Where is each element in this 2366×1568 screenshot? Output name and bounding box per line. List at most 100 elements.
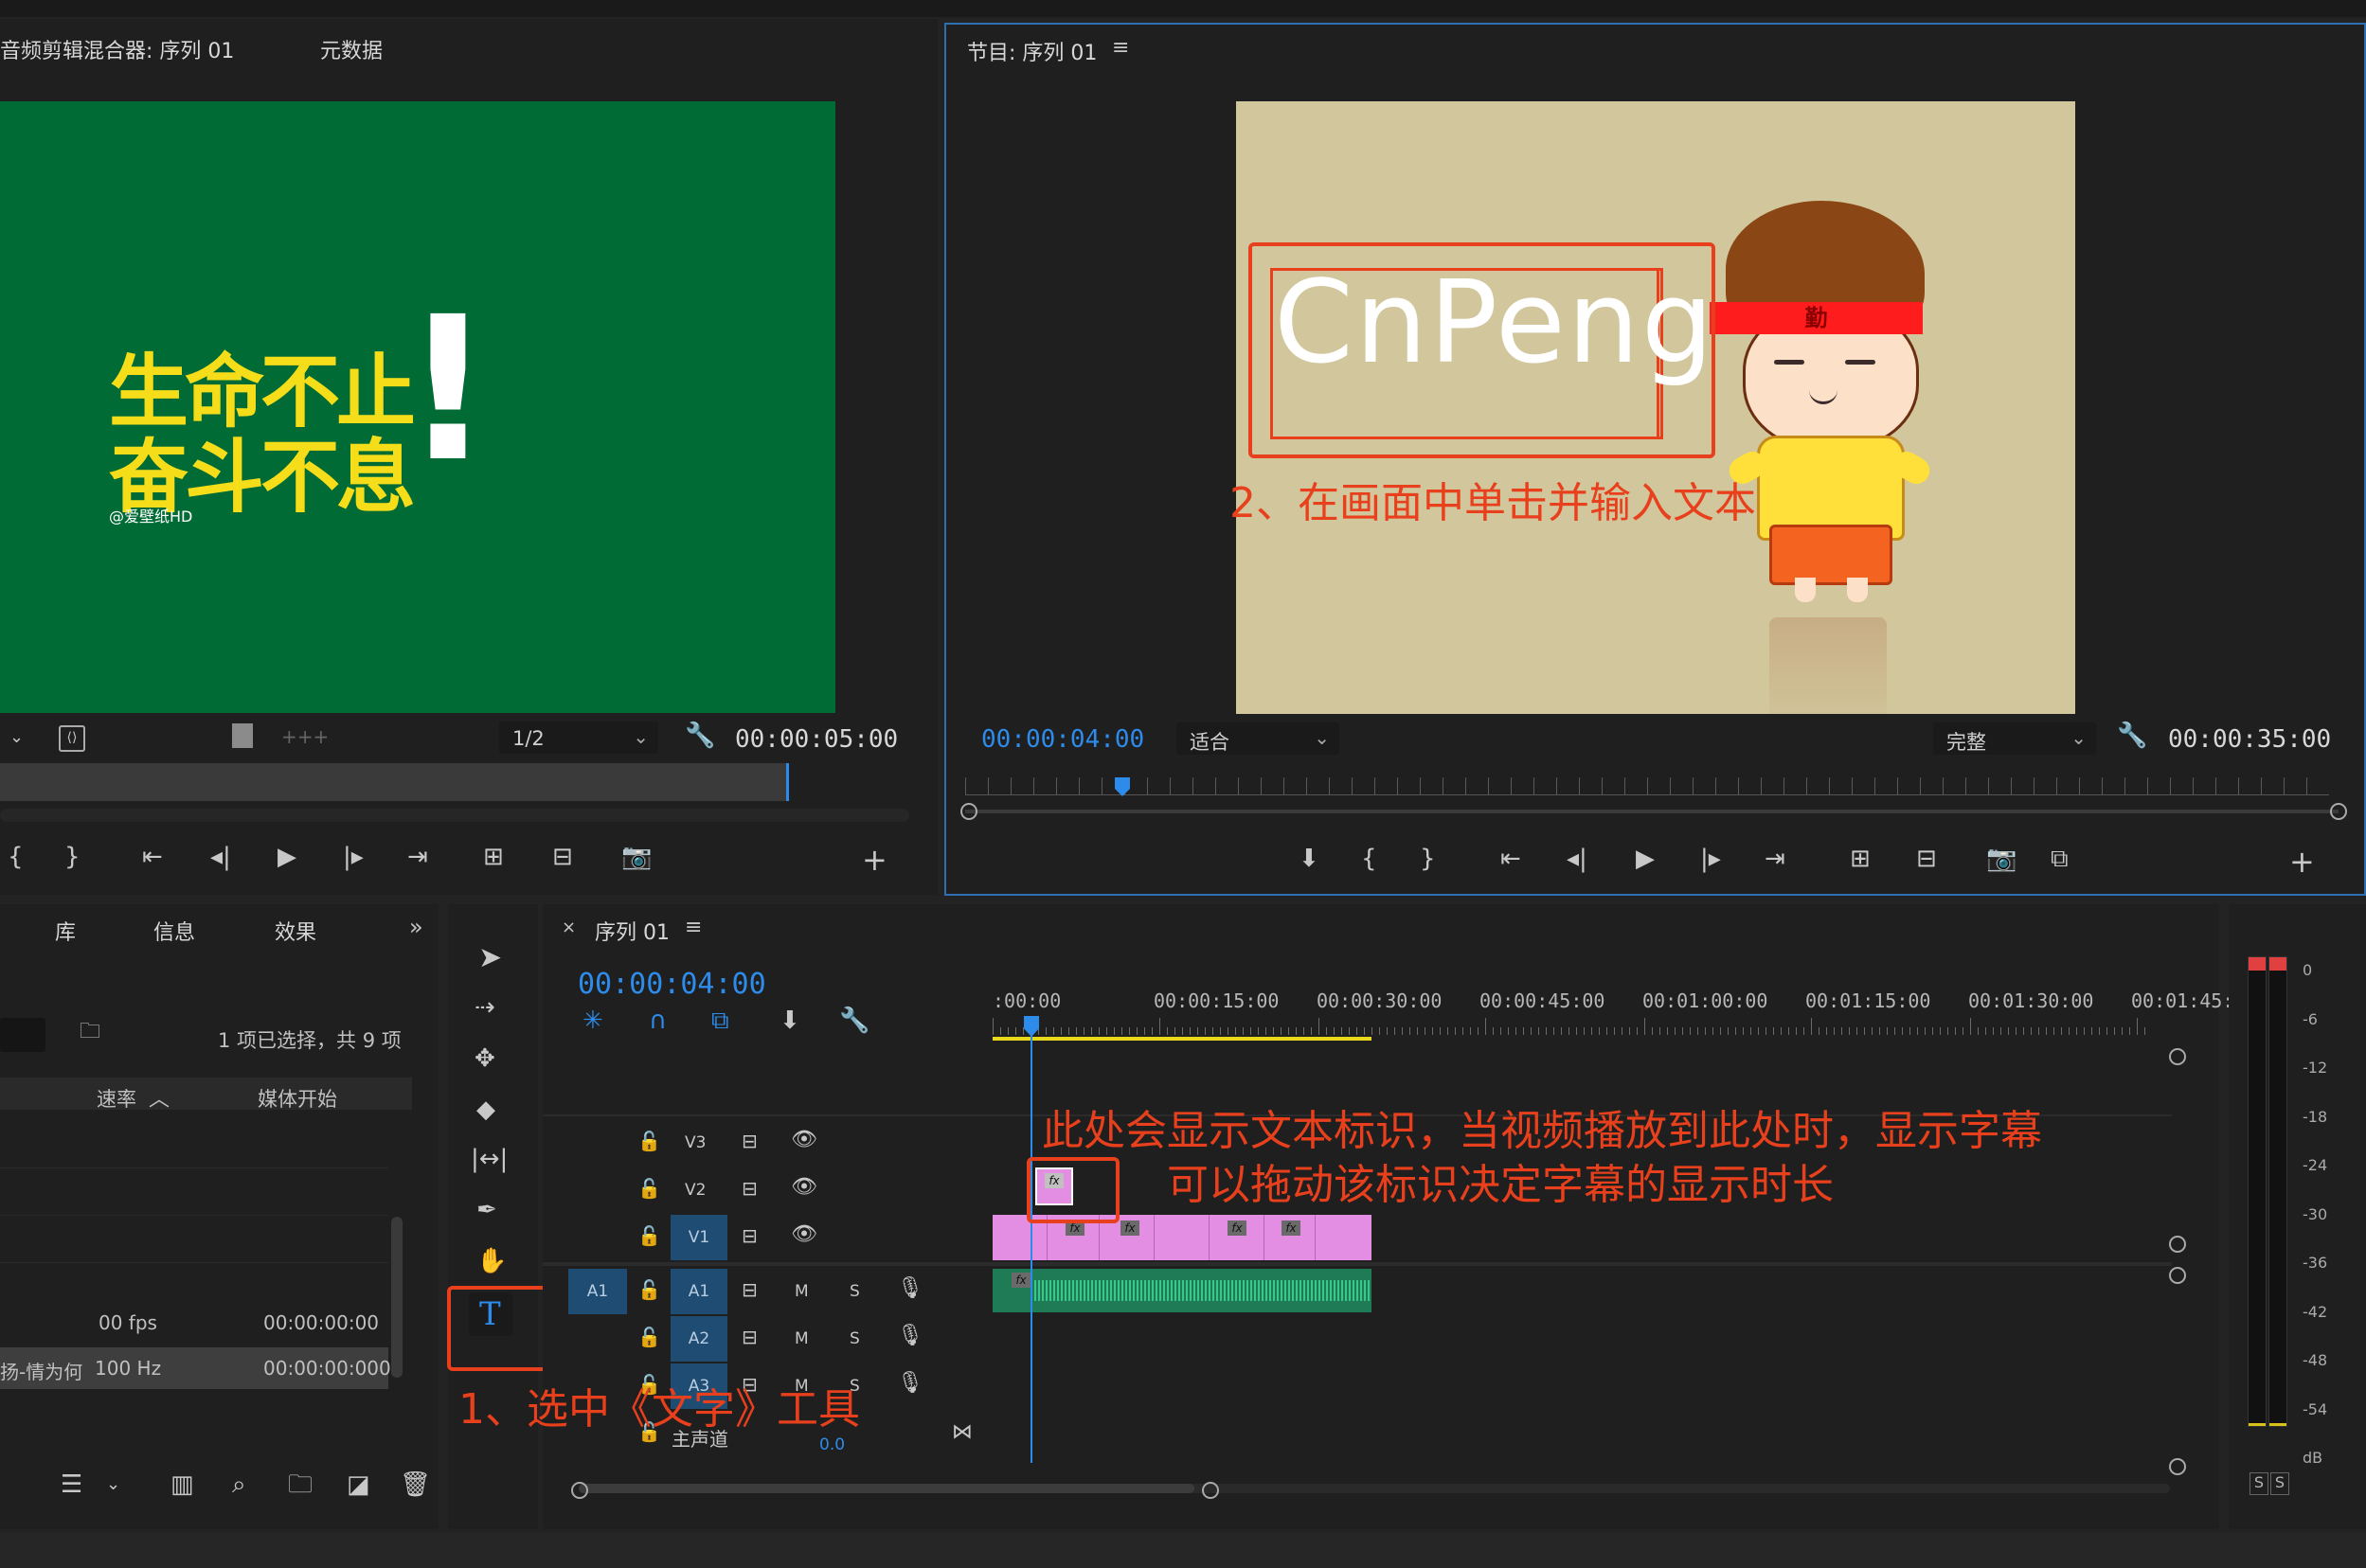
audio-clip-a1[interactable]: fx [993,1269,1371,1312]
work-area-bar[interactable] [993,1037,1371,1041]
step-back-icon[interactable]: ◂| [1567,846,1587,871]
source-scrub-bar[interactable] [0,763,786,801]
solo-button[interactable]: S [850,1329,860,1348]
wrench-icon[interactable]: 🔧 [685,723,715,748]
timeline-h-scroll-thumb[interactable] [579,1484,1194,1493]
lock-icon[interactable]: 🔓 [637,1179,661,1198]
eye-icon[interactable]: 👁 [791,1130,817,1150]
mark-in-icon[interactable]: { [1361,846,1377,871]
scroll-handle[interactable] [2169,1267,2186,1284]
play-icon[interactable]: ▶ [278,845,296,869]
track-target-a1[interactable]: A1 [671,1269,727,1314]
list-item[interactable] [0,1169,388,1216]
track-select-tool-icon[interactable]: ⇢ [475,995,495,1020]
sort-ascending-icon[interactable]: ︿ [149,1082,170,1113]
scroll-handle-right[interactable] [2330,803,2347,820]
wrench-icon[interactable]: 🔧 [2117,723,2147,748]
step-forward-icon[interactable]: |▸ [343,845,364,869]
sync-lock-icon[interactable]: ⊟ [742,1280,758,1299]
solo-left-button[interactable]: S [2249,1472,2268,1495]
selection-tool-icon[interactable]: ➤ [478,944,502,972]
tab-info[interactable]: 信息 [153,916,195,946]
razor-tool-icon[interactable]: ◆ [476,1097,495,1122]
new-item-icon[interactable]: ◪ [347,1472,370,1497]
compare-view-icon[interactable]: ⧉ [2051,846,2069,871]
tab-audio-clip-mixer[interactable]: 音频剪辑混合器: 序列 01 [0,34,234,64]
mute-button[interactable]: M [795,1282,809,1301]
scroll-handle-right[interactable] [1202,1482,1219,1499]
col-header-rate[interactable]: 速率 [97,1084,136,1113]
scroll-handle-top[interactable] [2169,1048,2186,1065]
source-scrollbar[interactable] [0,809,909,822]
new-bin-icon[interactable]: 🗀 [288,1472,313,1497]
timeline-title[interactable]: 序列 01 [595,916,670,946]
overwrite-icon[interactable]: ⊟ [552,845,573,869]
quality-select[interactable]: 完整 ⌄ [1933,722,2096,755]
lock-icon[interactable]: 🔓 [637,1226,661,1245]
step-back-icon[interactable]: ◂| [210,845,231,869]
extract-icon[interactable]: ⊟ [1916,846,1937,871]
scroll-handle-left[interactable] [571,1482,588,1499]
play-icon[interactable]: ▶ [1636,846,1655,871]
list-item[interactable] [0,1122,388,1168]
hand-tool-icon[interactable]: ✋ [476,1249,507,1274]
search-input[interactable] [0,1018,45,1052]
tab-metadata[interactable]: 元数据 [320,34,383,64]
marker-icon[interactable]: ⬇ [1299,846,1319,871]
add-marker-icon[interactable]: ⬇ [780,1008,800,1033]
film-icon[interactable] [232,723,253,748]
scroll-handle[interactable] [2169,1458,2186,1475]
insert-icon[interactable]: ⊞ [483,845,504,869]
chevron-down-icon[interactable]: ⌄ [106,1476,120,1493]
project-scrollbar[interactable] [391,1217,403,1378]
step-forward-icon[interactable]: |▸ [1700,846,1721,871]
go-to-in-icon[interactable]: ⇤ [142,845,163,869]
go-to-in-icon[interactable]: ⇤ [1500,846,1521,871]
safe-margin-icon[interactable]: ⟨⟩ [59,725,85,752]
source-patch-a1[interactable]: A1 [568,1269,627,1314]
snap-icon[interactable]: ∩ [649,1008,667,1033]
timeline-ruler[interactable]: :00:00 00:00:15:00 00:00:30:00 00:00:45:00 0… [993,989,2233,1037]
track-target-a2[interactable]: A2 [671,1316,727,1362]
lift-icon[interactable]: ⊞ [1850,846,1871,871]
chevron-down-icon[interactable]: ⌄ [9,729,24,746]
microphone-icon[interactable]: 🎙 [897,1326,923,1346]
add-button-icon[interactable]: + [862,845,887,875]
mark-out-icon[interactable]: } [1420,846,1436,871]
lock-icon[interactable]: 🔓 [637,1327,661,1346]
source-playhead[interactable] [786,763,789,801]
resolution-select[interactable]: 1/2 ⌄ [499,722,658,754]
solo-button[interactable]: S [850,1282,860,1301]
menu-icon[interactable]: ≡ [685,918,702,938]
drag-audio-icon[interactable]: +++ [281,727,329,746]
sync-lock-icon[interactable]: ⊟ [742,1179,758,1198]
timeline-timecode[interactable]: 00:00:04:00 [578,968,766,1001]
scroll-handle[interactable] [2169,1236,2186,1253]
eye-icon[interactable]: 👁 [791,1224,817,1245]
mute-button[interactable]: M [795,1329,809,1348]
list-view-icon[interactable]: ☰ [61,1472,82,1497]
scroll-handle-left[interactable] [960,803,977,820]
zoom-select[interactable]: 适合 ⌄ [1176,722,1339,755]
linked-selection-icon[interactable]: ⧉ [711,1008,729,1033]
program-scrollbar[interactable] [965,810,2339,813]
eye-icon[interactable]: 👁 [791,1177,817,1198]
solo-right-button[interactable]: S [2270,1472,2289,1495]
mark-in-icon[interactable]: { [8,845,24,869]
track-target-v1[interactable]: V1 [671,1215,727,1260]
nest-icon[interactable]: ✳ [583,1008,603,1033]
mark-out-icon[interactable]: } [64,845,81,869]
camera-icon[interactable]: 📷 [1986,846,2016,871]
table-row[interactable]: 00 fps 00:00:00:00 [0,1302,388,1344]
search-folder-icon[interactable]: 🗀 [80,1022,100,1042]
sync-lock-icon[interactable]: ⊟ [742,1131,758,1150]
list-item[interactable] [0,1217,388,1263]
go-to-out-icon[interactable]: ⇥ [407,845,428,869]
slip-tool-icon[interactable]: |↔| [471,1147,508,1171]
go-to-out-icon[interactable]: ⇥ [1765,846,1785,871]
table-row-selected[interactable]: 扬-情为何 100 Hz 00:00:00:000 [0,1347,391,1389]
master-volume[interactable]: 0.0 [819,1435,845,1454]
microphone-icon[interactable]: 🎙 [897,1278,923,1299]
go-to-edit-icon[interactable]: ⋈ [952,1422,973,1443]
program-timecode[interactable]: 00:00:04:00 [981,725,1144,754]
